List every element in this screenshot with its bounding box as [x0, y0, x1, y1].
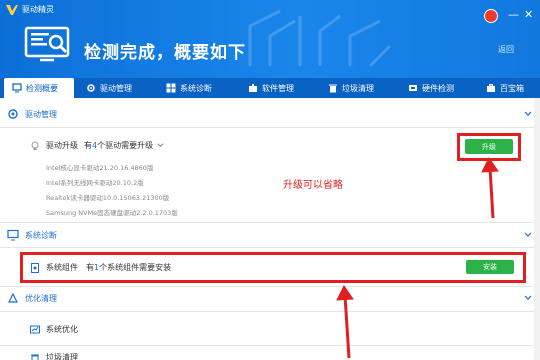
chevron-down-icon[interactable] [524, 294, 532, 302]
section-system-label: 系统诊断 [25, 230, 57, 240]
summary-icon [12, 83, 22, 93]
driver-item: Realtek读卡器驱动10.0.15063.21300版 [46, 194, 170, 202]
divider [0, 311, 540, 312]
toolbox-icon [487, 84, 495, 92]
divider [0, 247, 540, 248]
chevron-down-icon[interactable] [524, 231, 532, 239]
section-optimize-label: 优化清理 [25, 293, 57, 303]
tab-driver[interactable]: 驱动管理 [86, 78, 132, 98]
divider [0, 222, 540, 223]
minimize-button[interactable]: — [508, 9, 519, 20]
bulb-icon [31, 141, 39, 150]
main-tab-bar: 检测概要 驱动管理 系统诊断 软件管理 垃圾清理 硬件检测 百宝箱 [0, 78, 540, 98]
tab-cleanup[interactable]: 垃圾清理 [328, 78, 374, 98]
divider [0, 345, 540, 346]
tab-hardware[interactable]: 硬件检测 [408, 78, 454, 98]
section-driver-title[interactable]: 驱动管理 [7, 108, 57, 120]
tab-label: 垃圾清理 [342, 83, 374, 93]
app-name: 驱动精灵 [22, 5, 54, 14]
divider [0, 286, 540, 287]
scrollbar[interactable] [534, 98, 540, 360]
tab-toolbox[interactable]: 百宝箱 [486, 78, 524, 98]
puzzle-icon [249, 84, 257, 92]
chevron-down-icon[interactable] [524, 110, 532, 118]
driver-item: Intel系列无线网卡驱动20.10.2版 [46, 179, 144, 187]
back-link[interactable]: 返回 [498, 44, 514, 55]
broom-icon [8, 292, 18, 303]
tab-label: 硬件检测 [422, 83, 454, 93]
driver-upgrade-row: 驱动升级 有 4 个驱动需要升级 [30, 140, 164, 151]
tab-software[interactable]: 软件管理 [248, 78, 294, 98]
tab-label: 检测概要 [26, 83, 58, 93]
driver-count-prefix: 有 [84, 141, 92, 150]
tab-summary[interactable]: 检测概要 [4, 78, 74, 98]
windows-icon [166, 83, 176, 93]
system-optimize-label: 系统优化 [46, 325, 78, 334]
monitor-scan-icon [24, 26, 70, 62]
annotation-box-system [20, 252, 526, 283]
driver-upgrade-label: 驱动升级 [46, 141, 78, 150]
trash-icon [31, 354, 39, 360]
section-system-title[interactable]: 系统诊断 [7, 229, 57, 241]
cleanup-row[interactable]: 垃圾清理 [30, 352, 78, 360]
driver-item: Intel核心显卡驱动21.20.16.4860版 [46, 164, 154, 172]
user-badge-icon[interactable] [484, 9, 498, 23]
annotation-text: 升级可以省略 [283, 180, 343, 191]
optimize-icon [30, 325, 40, 333]
gear-icon [8, 109, 18, 119]
section-optimize-title[interactable]: 优化清理 [7, 292, 57, 304]
monitor-icon [7, 229, 19, 241]
system-optimize-row[interactable]: 系统优化 [30, 324, 78, 335]
gear-icon [87, 84, 95, 92]
tab-label: 驱动管理 [100, 83, 132, 93]
divider [0, 127, 540, 128]
driver-count-suffix: 个驱动需要升级 [97, 141, 154, 150]
tab-system-diagnosis[interactable]: 系统诊断 [166, 78, 212, 98]
arrow-to-upgrade [481, 157, 499, 219]
scan-complete-headline: 检测完成，概要如下 [84, 43, 246, 63]
annotation-box-upgrade [457, 133, 521, 161]
close-button[interactable]: ✕ [524, 9, 533, 20]
tab-label: 百宝箱 [500, 83, 524, 93]
arrow-to-system [336, 285, 354, 359]
tab-label: 系统诊断 [180, 83, 212, 93]
chip-icon [409, 85, 417, 91]
trash-icon [329, 84, 337, 93]
app-logo-icon [6, 5, 18, 15]
section-driver-label: 驱动管理 [25, 109, 57, 119]
tab-label: 软件管理 [262, 83, 294, 93]
driver-item: Samsung NVMe固态硬盘驱动2.2.0.1703版 [46, 209, 178, 217]
chevron-down-icon[interactable] [157, 142, 164, 149]
cleanup-label: 垃圾清理 [46, 353, 78, 360]
title-bar-header: 驱动精灵 — ✕ 检测完成，概要如下 返回 [0, 0, 540, 78]
circuit-background-decoration [248, 9, 392, 68]
